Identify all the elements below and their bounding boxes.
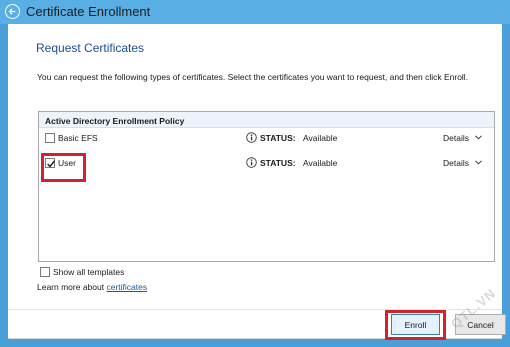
title-bar: Certificate Enrollment — [0, 0, 510, 24]
enroll-highlight — [385, 310, 446, 340]
page-heading: Request Certificates — [36, 41, 145, 55]
status-value: Available — [303, 158, 338, 168]
status-label: STATUS: — [260, 133, 296, 143]
status-label: STATUS: — [260, 158, 296, 168]
details-link[interactable]: Details — [443, 158, 469, 168]
window-title: Certificate Enrollment — [26, 4, 151, 19]
back-button[interactable] — [5, 4, 20, 19]
cert-name: Basic EFS — [58, 133, 98, 143]
details-link[interactable]: Details — [443, 133, 469, 143]
learn-more-text: Learn more about — [37, 282, 107, 292]
basic-efs-checkbox[interactable] — [45, 133, 55, 143]
policy-header: Active Directory Enrollment Policy — [39, 112, 494, 128]
chevron-down-icon[interactable] — [475, 135, 482, 140]
window-frame: Certificate Enrollment Request Certifica… — [0, 0, 510, 347]
show-all-checkbox[interactable] — [40, 267, 50, 277]
chevron-down-icon[interactable] — [475, 160, 482, 165]
info-icon — [246, 132, 257, 143]
back-arrow-icon — [8, 8, 16, 15]
certificates-link[interactable]: certificates — [106, 282, 147, 292]
intro-text: You can request the following types of c… — [37, 72, 469, 82]
learn-more: Learn more about certificates — [37, 282, 147, 292]
status-value: Available — [303, 133, 338, 143]
show-all-label: Show all templates — [53, 267, 125, 277]
certificate-list: Active Directory Enrollment Policy Basic… — [38, 111, 495, 262]
cert-row-basic-efs[interactable]: Basic EFS STATUS: Available Details — [39, 129, 494, 147]
cert-row-user[interactable]: User STATUS: Available Details — [39, 154, 494, 172]
info-icon — [246, 157, 257, 168]
user-highlight — [41, 153, 86, 182]
